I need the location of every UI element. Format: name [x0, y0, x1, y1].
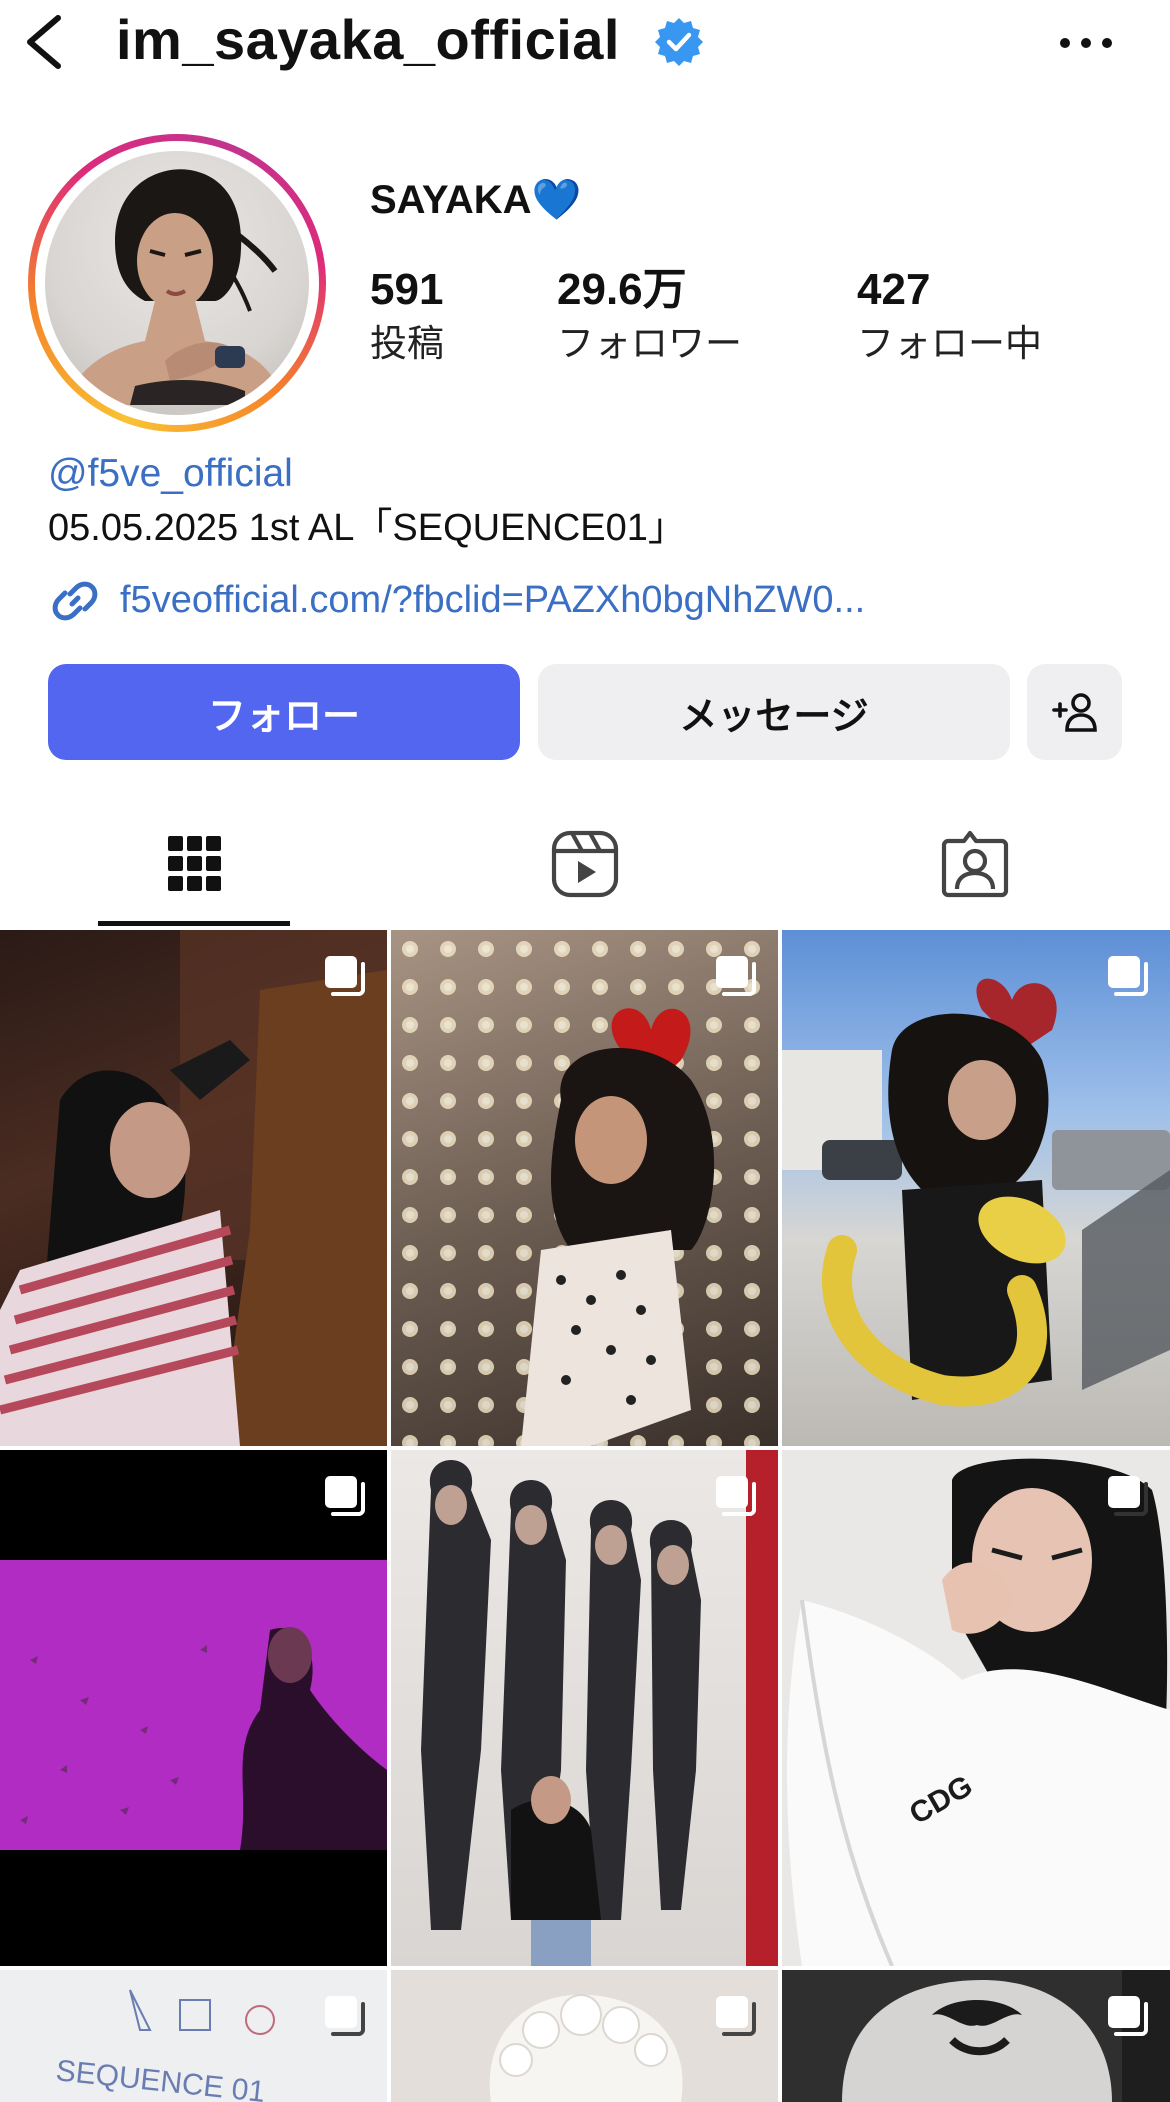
follow-button[interactable]: フォロー: [48, 664, 520, 760]
carousel-icon: [1108, 956, 1148, 996]
message-button[interactable]: メッセージ: [538, 664, 1010, 760]
bio-mention-link[interactable]: @f5ve_official: [48, 448, 293, 500]
verified-badge-icon: [654, 16, 704, 66]
stat-following[interactable]: 427 フォロー中: [857, 262, 1042, 370]
tagged-person-icon: [941, 830, 1009, 898]
add-person-icon: [1051, 693, 1097, 732]
display-name: SAYAKA💙: [370, 178, 582, 222]
stat-followers-label: フォロワー: [557, 323, 742, 364]
post-tile[interactable]: [0, 1450, 387, 1966]
carousel-icon: [325, 1476, 365, 1516]
link-icon: [52, 581, 98, 621]
stat-following-value: 427: [857, 265, 931, 314]
profile-username: im_sayaka_official: [116, 8, 620, 71]
carousel-icon: [325, 956, 365, 996]
stat-posts-value: 591: [370, 265, 444, 314]
grid-icon: [168, 836, 221, 891]
profile-avatar[interactable]: [28, 134, 326, 432]
avatar-photo: [45, 151, 309, 415]
reels-icon: [551, 830, 619, 898]
active-tab-indicator: [98, 921, 290, 926]
post-tile[interactable]: [782, 930, 1170, 1446]
carousel-icon: [716, 1996, 756, 2036]
profile-tabs: [0, 800, 1170, 928]
carousel-icon: [716, 1476, 756, 1516]
carousel-icon: [716, 956, 756, 996]
tab-posts[interactable]: [0, 800, 390, 928]
posts-grid: CDG SEQUENCE 01: [0, 930, 1170, 2102]
tab-reels[interactable]: [390, 800, 780, 928]
tab-tagged[interactable]: [780, 800, 1170, 928]
post-tile[interactable]: [391, 1450, 778, 1966]
bio-text: 05.05.2025 1st AL「SEQUENCE01」: [48, 507, 686, 549]
stat-followers-value: 29.6万: [557, 265, 687, 314]
post-tile[interactable]: [391, 1970, 778, 2102]
carousel-icon: [325, 1996, 365, 2036]
website-url[interactable]: f5veofficial.com/?fbclid=PAZXh0bgNhZW0..…: [120, 570, 865, 630]
post-tile[interactable]: CDG: [782, 1450, 1170, 1966]
carousel-icon: [1108, 1996, 1148, 2036]
stat-posts[interactable]: 591 投稿: [370, 262, 444, 370]
top-bar: im_sayaka_official: [0, 0, 1170, 90]
bio-website-link[interactable]: f5veofficial.com/?fbclid=PAZXh0bgNhZW0..…: [48, 570, 1148, 630]
post-tile[interactable]: SEQUENCE 01: [0, 1970, 387, 2102]
back-button[interactable]: [18, 8, 74, 72]
stat-following-label: フォロー中: [857, 323, 1042, 364]
post-tile[interactable]: [0, 930, 387, 1446]
stat-posts-label: 投稿: [370, 323, 444, 364]
suggested-accounts-button[interactable]: [1027, 664, 1122, 760]
post-tile[interactable]: [782, 1970, 1170, 2102]
carousel-icon: [1108, 1476, 1148, 1516]
more-horizontal-icon: [1060, 38, 1112, 48]
more-options-button[interactable]: [1056, 18, 1116, 68]
chevron-left-icon: [27, 15, 61, 69]
post-tile[interactable]: [391, 930, 778, 1446]
stat-followers[interactable]: 29.6万 フォロワー: [557, 262, 742, 370]
